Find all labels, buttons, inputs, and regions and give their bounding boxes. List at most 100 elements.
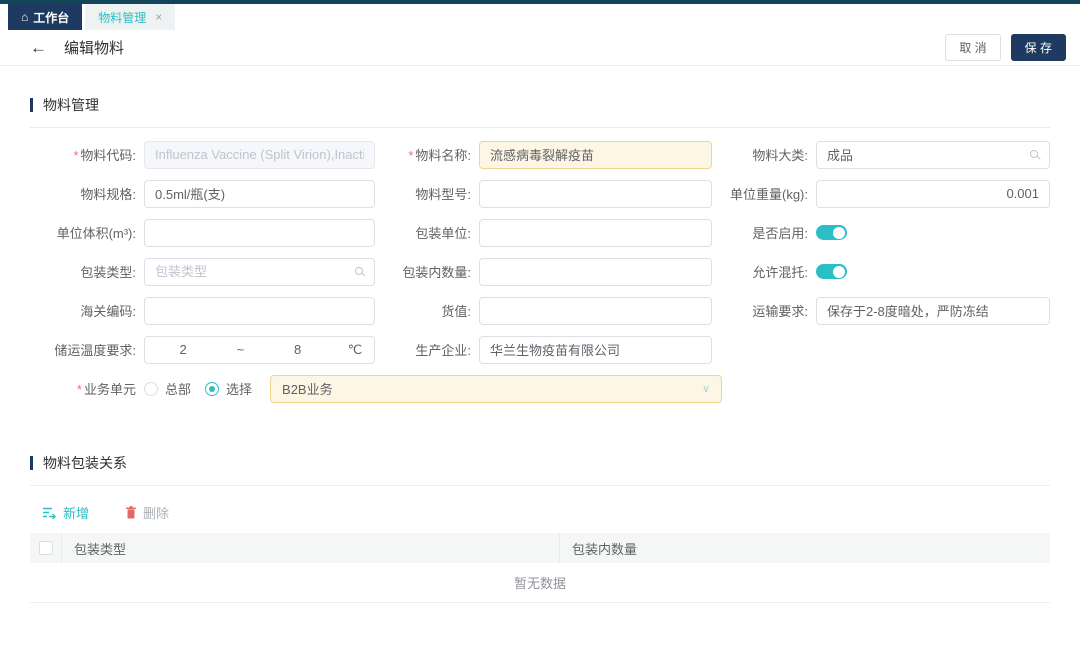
business-unit-radio-select[interactable]	[205, 382, 219, 396]
business-unit-select[interactable]: B2B业务 ∨	[270, 375, 722, 403]
allow-mixed-toggle[interactable]	[816, 264, 847, 279]
material-name-input[interactable]	[479, 141, 712, 169]
header-package-type: 包装类型	[62, 533, 560, 563]
section-material-title: 物料管理	[30, 95, 1050, 115]
required-mark: *	[408, 148, 413, 163]
field-package-inner-qty: 包装内数量:	[375, 252, 712, 291]
package-type-label: 包装类型:	[30, 262, 144, 281]
field-material-model: 物料型号:	[375, 174, 712, 213]
field-empty	[712, 330, 1050, 369]
close-icon[interactable]: ×	[155, 11, 162, 23]
header-actions: 取 消 保 存	[945, 34, 1066, 61]
enable-label: 是否启用:	[712, 223, 816, 242]
section-packaging-title: 物料包装关系	[30, 453, 1050, 473]
temp-separator: ~	[221, 342, 259, 357]
business-unit-radio-select-label: 选择	[226, 379, 252, 398]
field-allow-mixed: 允许混托:	[712, 252, 1050, 291]
allow-mixed-label: 允许混托:	[712, 262, 816, 281]
material-model-label: 物料型号:	[375, 184, 479, 203]
material-spec-label: 物料规格:	[30, 184, 144, 203]
trash-icon	[125, 506, 137, 519]
packaging-table: 包装类型 包装内数量 暂无数据	[30, 533, 1050, 603]
material-category-label: 物料大类:	[712, 145, 816, 164]
field-goods-value: 货值:	[375, 291, 712, 330]
delete-row-button[interactable]: 删除	[125, 503, 169, 522]
header-checkbox-cell	[30, 533, 62, 563]
transport-req-input[interactable]	[816, 297, 1050, 325]
package-type-input[interactable]	[144, 258, 375, 286]
business-unit-label: *业务单元	[30, 379, 144, 398]
unit-weight-input[interactable]	[816, 180, 1050, 208]
goods-value-input[interactable]	[479, 297, 712, 325]
field-unit-volume: 单位体积(m³):	[30, 213, 375, 252]
temp-min-value[interactable]: 2	[145, 342, 221, 357]
field-material-spec: 物料规格:	[30, 174, 375, 213]
packaging-table-header: 包装类型 包装内数量	[30, 533, 1050, 563]
section-bar	[30, 98, 33, 112]
page-header: ← 编辑物料 取 消 保 存	[0, 30, 1080, 66]
add-row-label: 新增	[63, 503, 89, 522]
add-row-button[interactable]: 新增	[42, 503, 89, 522]
material-code-label: *物料代码:	[30, 145, 144, 164]
section-divider	[30, 485, 1050, 486]
section-packaging-label: 物料包装关系	[43, 453, 127, 473]
field-temp-range: 储运温度要求: 2 ~ 8 ℃	[30, 330, 375, 369]
tab-bar: ⌂ 工作台 物料管理 ×	[0, 4, 1080, 30]
tab-material-management[interactable]: 物料管理 ×	[85, 4, 175, 30]
chevron-down-icon: ∨	[702, 382, 710, 395]
transport-req-label: 运输要求:	[712, 301, 816, 320]
section-bar	[30, 456, 33, 470]
save-button[interactable]: 保 存	[1011, 34, 1066, 61]
required-mark: *	[73, 148, 78, 163]
empty-state-text: 暂无数据	[30, 563, 1050, 603]
unit-volume-label: 单位体积(m³):	[30, 223, 144, 242]
field-unit-weight: 单位重量(kg):	[712, 174, 1050, 213]
material-model-input[interactable]	[479, 180, 712, 208]
material-category-input[interactable]	[816, 141, 1050, 169]
material-spec-input[interactable]	[144, 180, 375, 208]
field-package-unit: 包装单位:	[375, 213, 712, 252]
field-manufacturer: 生产企业:	[375, 330, 712, 369]
unit-weight-label: 单位重量(kg):	[712, 184, 816, 203]
field-material-category: 物料大类:	[712, 135, 1050, 174]
select-all-checkbox[interactable]	[39, 541, 53, 555]
goods-value-label: 货值:	[375, 301, 479, 320]
unit-volume-input[interactable]	[144, 219, 375, 247]
field-transport-req: 运输要求:	[712, 291, 1050, 330]
add-list-icon	[42, 506, 57, 519]
delete-row-label: 删除	[143, 503, 169, 522]
customs-code-input[interactable]	[144, 297, 375, 325]
field-business-unit: *业务单元 总部 选择 B2B业务 ∨	[30, 369, 1050, 408]
package-unit-label: 包装单位:	[375, 223, 479, 242]
temp-max-value[interactable]: 8	[260, 342, 336, 357]
back-arrow-icon[interactable]: ←	[30, 39, 47, 56]
material-code-input[interactable]	[144, 141, 375, 169]
package-inner-qty-label: 包装内数量:	[375, 262, 479, 281]
temp-range-label: 储运温度要求:	[30, 340, 144, 359]
search-icon[interactable]	[1030, 150, 1038, 158]
package-unit-input[interactable]	[479, 219, 712, 247]
page-title: 编辑物料	[64, 37, 124, 58]
manufacturer-input[interactable]	[479, 336, 712, 364]
business-unit-radio-hq-label: 总部	[165, 379, 191, 398]
tab-material-label: 物料管理	[98, 9, 146, 26]
packaging-toolbar: 新增 删除	[30, 503, 1050, 522]
field-material-code: *物料代码:	[30, 135, 375, 174]
page-content: 物料管理 *物料代码: *物料名称: 物料大类: 物料规格: 物料型号:	[0, 95, 1080, 603]
cancel-button[interactable]: 取 消	[945, 34, 1000, 61]
home-icon: ⌂	[21, 11, 28, 23]
section-divider	[30, 127, 1050, 128]
tab-workbench[interactable]: ⌂ 工作台	[8, 4, 82, 30]
enable-toggle[interactable]	[816, 225, 847, 240]
field-package-type: 包装类型:	[30, 252, 375, 291]
temp-range-group[interactable]: 2 ~ 8 ℃	[144, 336, 375, 364]
field-enable: 是否启用:	[712, 213, 1050, 252]
tab-workbench-label: 工作台	[33, 9, 69, 26]
header-package-qty: 包装内数量	[560, 533, 1050, 563]
business-unit-radio-hq[interactable]	[144, 382, 158, 396]
package-inner-qty-input[interactable]	[479, 258, 712, 286]
manufacturer-label: 生产企业:	[375, 340, 479, 359]
search-icon[interactable]	[355, 267, 363, 275]
field-customs-code: 海关编码:	[30, 291, 375, 330]
material-form: *物料代码: *物料名称: 物料大类: 物料规格: 物料型号: 单位重量(kg)…	[30, 135, 1050, 369]
